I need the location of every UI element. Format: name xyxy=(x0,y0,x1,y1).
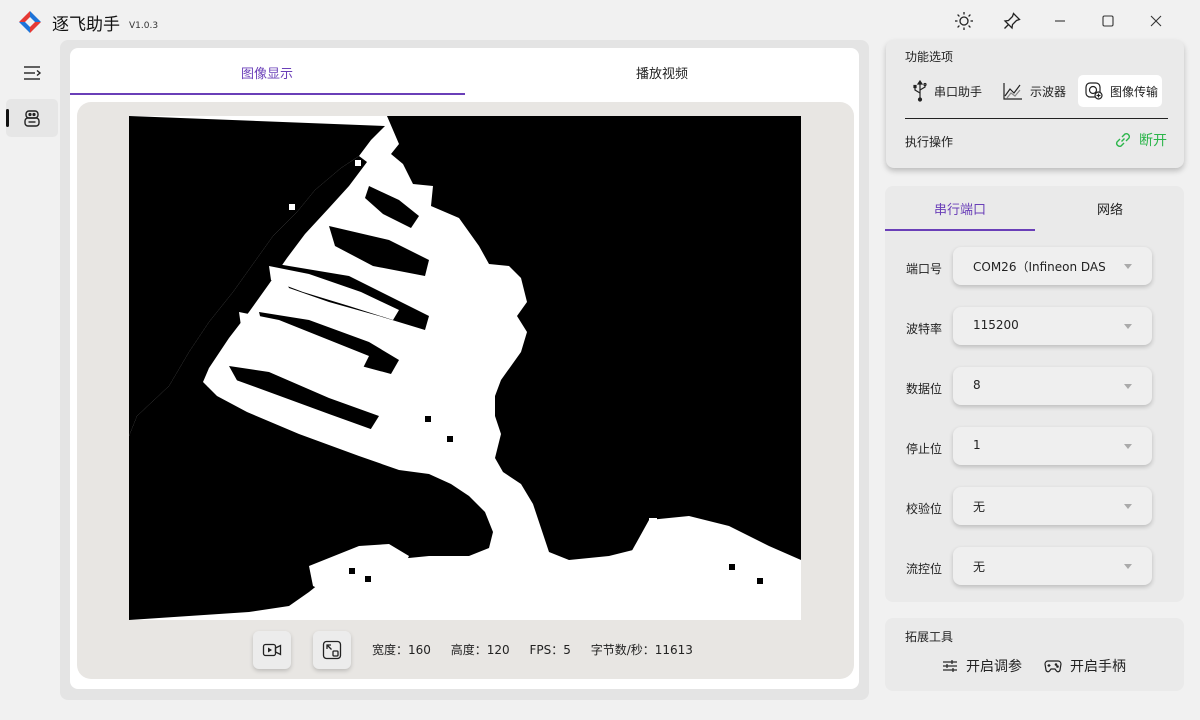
data-bits-select[interactable]: 8 xyxy=(953,367,1152,405)
gamepad-icon xyxy=(1044,660,1062,673)
serial-assistant-button[interactable]: 串口助手 xyxy=(912,75,992,107)
record-video-button[interactable] xyxy=(253,631,291,669)
open-gamepad-label: 开启手柄 xyxy=(1070,659,1126,675)
usb-icon xyxy=(913,80,927,102)
maximize-button[interactable] xyxy=(1093,6,1123,36)
data-bits-value: 8 xyxy=(973,378,981,392)
fullscreen-button[interactable] xyxy=(313,631,351,669)
serial-assistant-label: 串口助手 xyxy=(934,84,983,99)
chevron-down-icon xyxy=(1124,264,1132,269)
pin-icon xyxy=(1003,12,1021,30)
image-height-stat: 高度：120 xyxy=(450,643,510,657)
port-label: 端口号 xyxy=(906,262,943,276)
open-tuning-button[interactable]: 开启调参 xyxy=(942,654,1022,678)
chevron-down-icon xyxy=(1124,564,1132,569)
image-width-stat: 宽度：160 xyxy=(372,643,431,657)
chevron-down-icon xyxy=(1124,324,1132,329)
minimize-icon xyxy=(1055,20,1065,22)
image-transfer-button[interactable]: 图像传输 xyxy=(1078,75,1162,107)
oscilloscope-icon xyxy=(1003,83,1022,100)
function-options-title: 功能选项 xyxy=(905,50,954,64)
stop-bits-value: 1 xyxy=(973,438,981,452)
bytes-per-second-stat: 字节数/秒：11613 xyxy=(590,643,693,657)
extension-tools-title: 拓展工具 xyxy=(905,630,954,644)
active-tab-underline xyxy=(70,93,465,95)
app-window: 逐飞助手 V1.0.3 图像显示 播放视频 宽度：160 高度：120 FPS：… xyxy=(0,0,1200,720)
robot-icon xyxy=(24,110,40,127)
stop-bits-label: 停止位 xyxy=(906,442,943,456)
port-select[interactable]: COM26（Infineon DAS xyxy=(953,247,1152,285)
disconnect-button[interactable]: 断开 xyxy=(1113,130,1167,150)
parity-select[interactable]: 无 xyxy=(953,487,1152,525)
close-button[interactable] xyxy=(1141,6,1171,36)
image-transfer-icon xyxy=(1085,82,1103,100)
link-icon xyxy=(1116,133,1130,147)
function-divider xyxy=(905,118,1168,119)
serial-tab-underline xyxy=(885,229,1035,231)
app-title: 逐飞助手 xyxy=(52,15,120,35)
tab-play-video[interactable]: 播放视频 xyxy=(465,48,859,96)
sun-icon xyxy=(955,12,973,30)
menu-toggle-icon xyxy=(24,66,42,80)
camera-image xyxy=(129,116,801,620)
parity-value: 无 xyxy=(973,500,986,514)
tab-network[interactable]: 网络 xyxy=(1035,186,1185,230)
image-transfer-label: 图像传输 xyxy=(1110,84,1159,99)
display-tabs: 图像显示 播放视频 xyxy=(70,48,859,96)
close-icon xyxy=(1150,15,1162,27)
fullscreen-icon xyxy=(322,640,342,660)
pin-button[interactable] xyxy=(997,6,1027,36)
title-bar: 逐飞助手 V1.0.3 xyxy=(0,0,1200,40)
disconnect-label: 断开 xyxy=(1139,133,1167,149)
nav-active-indicator xyxy=(6,109,9,127)
flow-control-value: 无 xyxy=(973,560,986,574)
fps-stat: FPS：5 xyxy=(529,643,571,657)
chevron-down-icon xyxy=(1124,504,1132,509)
port-value: COM26（Infineon DAS xyxy=(973,260,1106,274)
record-video-icon xyxy=(262,643,282,657)
baud-rate-label: 波特率 xyxy=(906,322,943,336)
chevron-down-icon xyxy=(1124,444,1132,449)
sliders-icon xyxy=(943,660,957,672)
action-label: 执行操作 xyxy=(905,135,954,149)
data-bits-label: 数据位 xyxy=(906,382,943,396)
flow-control-select[interactable]: 无 xyxy=(953,547,1152,585)
open-tuning-label: 开启调参 xyxy=(966,659,1022,675)
app-logo-icon xyxy=(19,11,41,33)
baud-rate-select[interactable]: 115200 xyxy=(953,307,1152,345)
binary-camera-image xyxy=(129,116,801,620)
minimize-button[interactable] xyxy=(1045,6,1075,36)
app-version: V1.0.3 xyxy=(129,21,159,31)
image-stats: 宽度：160 高度：120 FPS：5 字节数/秒：11613 xyxy=(372,641,709,658)
stop-bits-select[interactable]: 1 xyxy=(953,427,1152,465)
oscilloscope-label: 示波器 xyxy=(1030,84,1067,99)
nav-item-device[interactable] xyxy=(6,99,58,137)
chevron-down-icon xyxy=(1124,384,1132,389)
maximize-icon xyxy=(1102,15,1114,27)
left-nav xyxy=(0,40,60,720)
tab-image-display[interactable]: 图像显示 xyxy=(70,48,464,96)
tab-serial-port[interactable]: 串行端口 xyxy=(885,186,1035,230)
parity-label: 校验位 xyxy=(906,502,943,516)
oscilloscope-button[interactable]: 示波器 xyxy=(1002,75,1072,107)
nav-menu-toggle[interactable] xyxy=(6,54,58,92)
flow-control-label: 流控位 xyxy=(906,562,943,576)
theme-toggle-button[interactable] xyxy=(949,6,979,36)
open-gamepad-button[interactable]: 开启手柄 xyxy=(1044,654,1126,678)
baud-rate-value: 115200 xyxy=(973,318,1019,332)
